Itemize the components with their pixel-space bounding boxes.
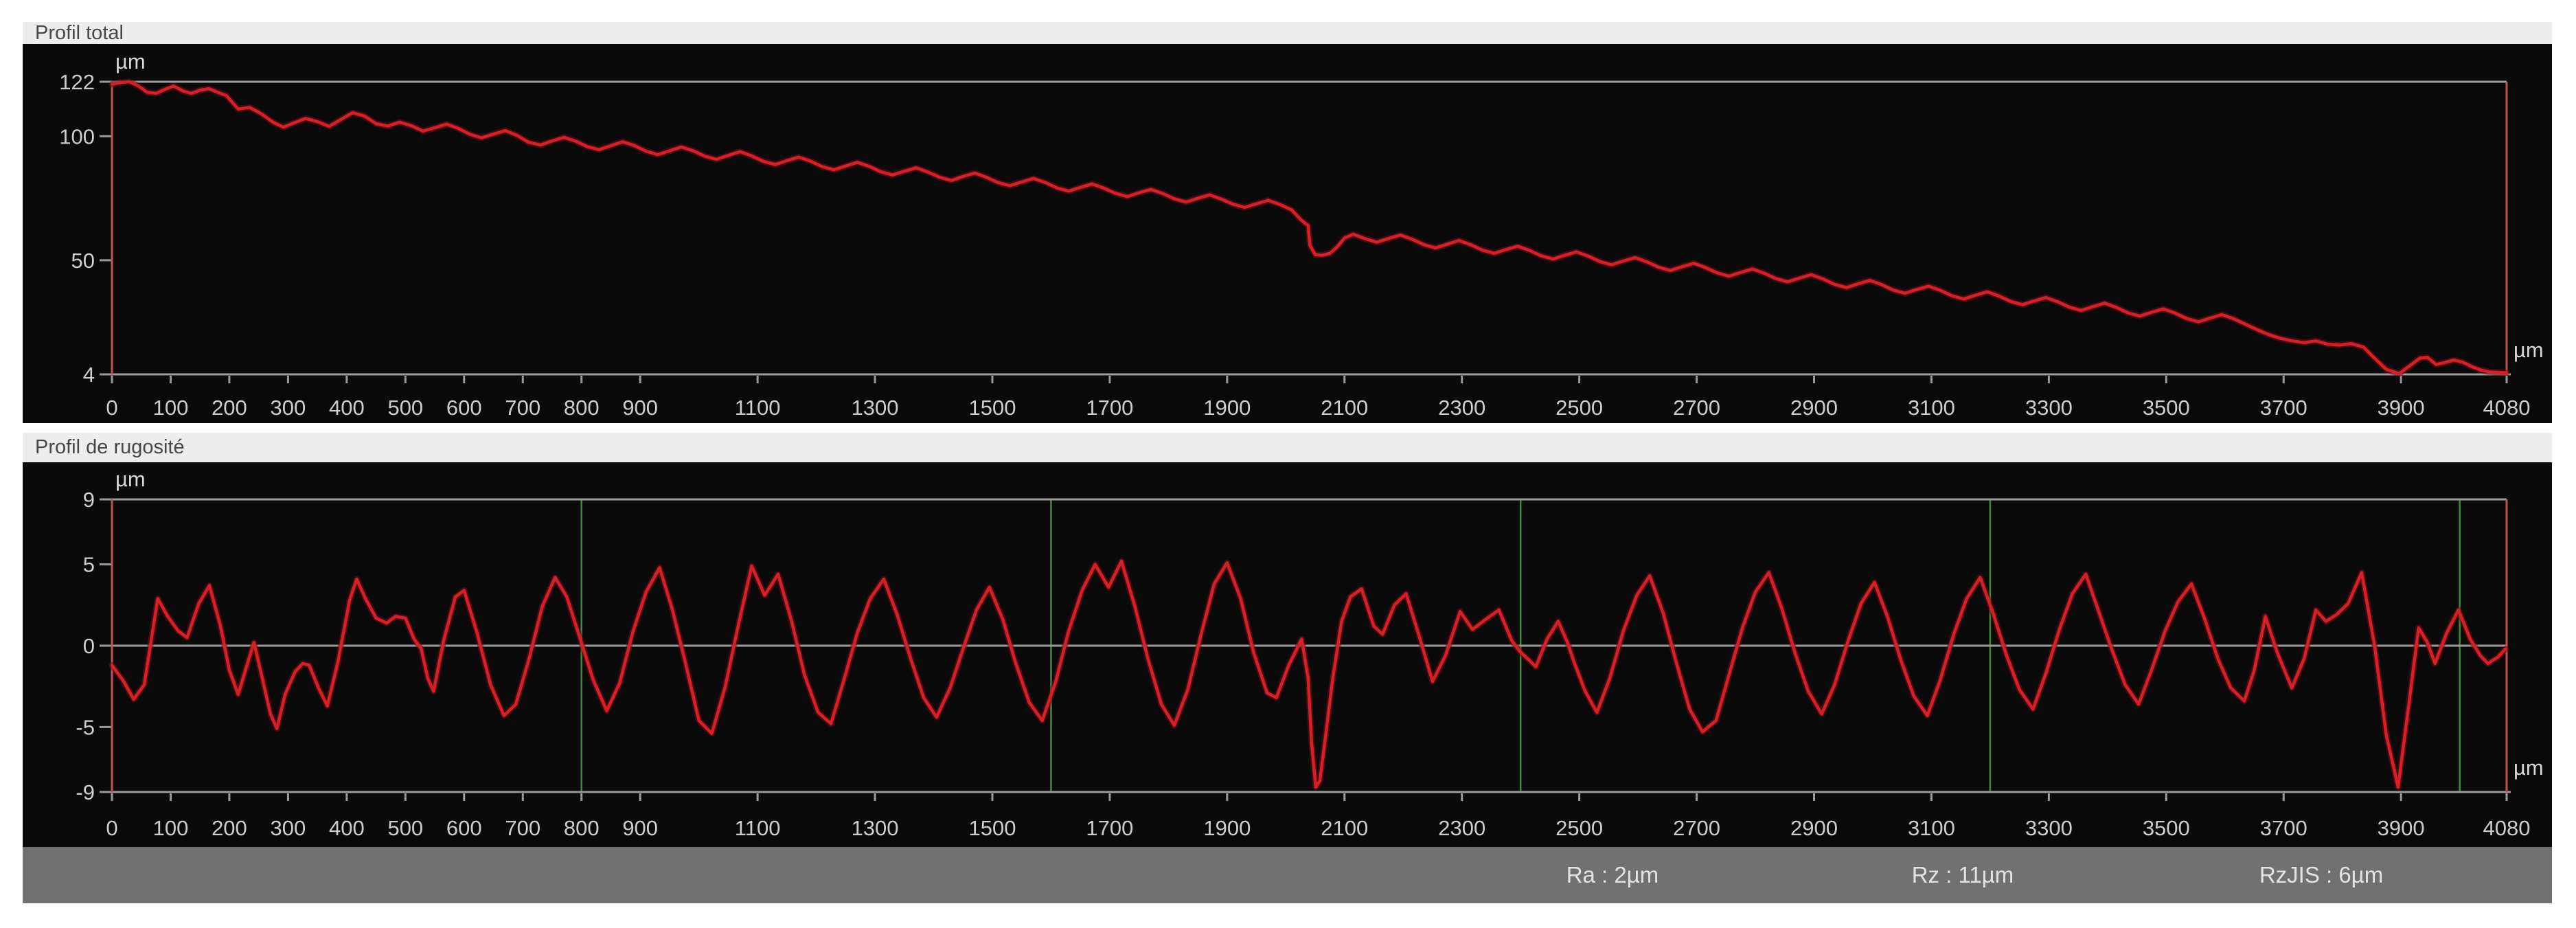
chart-total-profile-area[interactable] [23, 44, 2552, 423]
rzjis-value: RzJIS : 6µm [2259, 847, 2383, 903]
chart-roughness-profile-area[interactable] [23, 462, 2552, 847]
y-axis-unit-label-roughness: µm [115, 468, 146, 490]
panel-title-profil-total: Profil total [23, 22, 2552, 44]
rz-value: Rz : 11µm [1912, 847, 2014, 903]
results-status-bar: Ra : 2µm Rz : 11µm RzJIS : 6µm [23, 847, 2552, 903]
y-axis-unit-label-total: µm [115, 51, 146, 72]
panel-title-label: Profil total [35, 22, 2552, 44]
x-axis-unit-label-roughness: µm [2514, 757, 2544, 778]
metrology-app-window: Profil total Profil de rugosité µm µm µm… [0, 0, 2576, 928]
panel-title-label: Profil de rugosité [35, 433, 2552, 462]
x-axis-unit-label-total: µm [2514, 339, 2544, 361]
ra-value: Ra : 2µm [1566, 847, 1659, 903]
panel-title-profil-rugosite: Profil de rugosité [23, 433, 2552, 462]
